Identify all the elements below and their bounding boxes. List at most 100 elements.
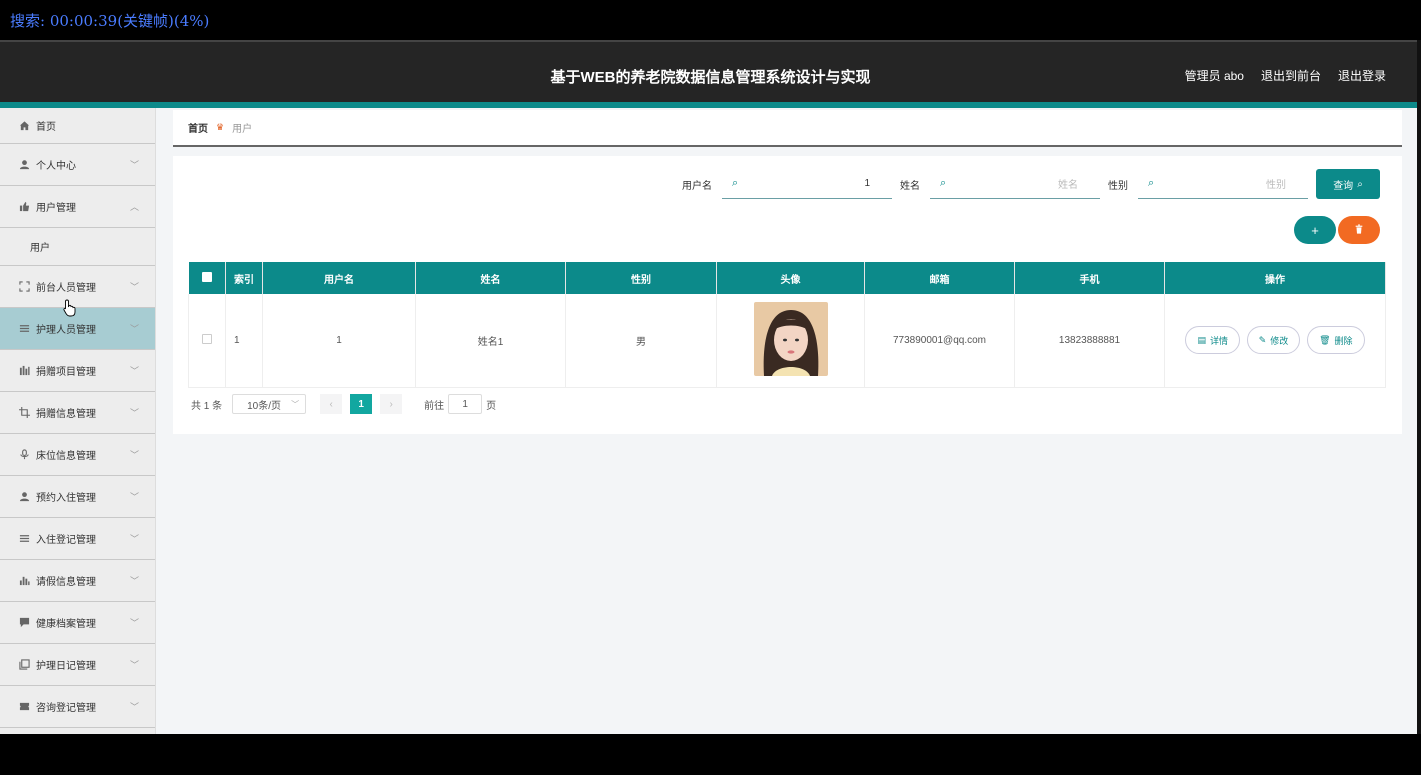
total-count: 共 1 条 <box>191 400 223 412</box>
cell-actions: ▤ 详情 ✎ 修改 🗑 删除 <box>1164 294 1386 388</box>
chevron-up-icon: ︿ <box>129 202 139 212</box>
name-placeholder: 姓名 <box>1058 180 1078 191</box>
sidebar-item-label: 首页 <box>36 122 56 133</box>
thumb-icon <box>18 201 30 213</box>
breadcrumb-home[interactable]: 首页 <box>188 120 208 135</box>
cell-username: 1 <box>262 294 416 388</box>
chevron-down-icon: ﹀ <box>129 492 139 502</box>
sidebar-item-personal-center[interactable]: 个人中心 ﹀ <box>0 144 155 186</box>
search-icon: ⌕ <box>1148 177 1155 189</box>
username-label: 用户名 <box>682 180 712 192</box>
user-table: 索引 用户名 姓名 性别 头像 邮箱 手机 操作 1 1 姓名1 男 77389… <box>188 262 1386 388</box>
sidebar-item-reservation[interactable]: 预约入住管理 ﹀ <box>0 476 155 518</box>
app-window: 基于WEB的养老院数据信息管理系统设计与实现 管理员 abo 退出到前台 退出登… <box>0 40 1421 734</box>
query-button-label: 查询 <box>1333 180 1354 192</box>
chevron-down-icon: ﹀ <box>129 324 139 334</box>
sidebar-item-bed-info[interactable]: 床位信息管理 ﹀ <box>0 434 155 476</box>
sidebar: 首页 个人中心 ﹀ 用户管理 ︿ 用户 前台人员管理 ﹀ 护理人员管理 ﹀ 捐赠… <box>0 108 156 734</box>
search-bar: 用户名 ⌕ 1 姓名 ⌕ 姓名 性别 ⌕ 性别 查询 ⌕ <box>682 169 1380 199</box>
sidebar-item-donation-projects[interactable]: 捐赠项目管理 ﹀ <box>0 350 155 392</box>
page-number-current[interactable]: 1 <box>350 394 373 414</box>
sidebar-item-label: 捐赠信息管理 <box>36 409 96 420</box>
sidebar-item-donation-info[interactable]: 捐赠信息管理 ﹀ <box>0 392 155 434</box>
crop-icon <box>18 407 30 419</box>
cell-email: 773890001@qq.com <box>864 294 1015 388</box>
sidebar-item-label: 健康档案管理 <box>36 619 96 630</box>
sidebar-item-label: 前台人员管理 <box>36 283 96 294</box>
gender-placeholder: 性别 <box>1266 180 1286 191</box>
username-value: 1 <box>864 178 870 189</box>
col-username: 用户名 <box>262 262 416 294</box>
cell-name: 姓名1 <box>415 294 566 388</box>
frame-icon <box>18 281 30 293</box>
breadcrumb: 首页 ♛ 用户 <box>173 110 1402 147</box>
mouse-cursor-icon <box>63 299 76 317</box>
menu-icon <box>18 323 30 335</box>
trash-icon: 🗑 <box>1319 334 1331 345</box>
col-name: 姓名 <box>415 262 566 294</box>
gender-search-input[interactable]: ⌕ 性别 <box>1138 169 1308 199</box>
detail-button[interactable]: ▤ 详情 <box>1185 326 1240 355</box>
sidebar-item-label: 个人中心 <box>36 161 76 172</box>
sidebar-item-nursing-diary[interactable]: 护理日记管理 ﹀ <box>0 644 155 686</box>
sidebar-item-label: 床位信息管理 <box>36 451 96 462</box>
col-avatar: 头像 <box>716 262 865 294</box>
edit-button[interactable]: ✎ 修改 <box>1246 326 1301 355</box>
sidebar-item-front-staff[interactable]: 前台人员管理 ﹀ <box>0 266 155 308</box>
chevron-down-icon: ﹀ <box>291 399 300 409</box>
next-page-button[interactable]: › <box>380 394 403 414</box>
chevron-down-icon: ﹀ <box>129 576 139 586</box>
chevron-down-icon: ﹀ <box>129 450 139 460</box>
page-size-select[interactable]: 10条/页 ﹀ <box>232 394 307 414</box>
sidebar-item-label: 请假信息管理 <box>36 577 96 588</box>
username-search-input[interactable]: ⌕ 1 <box>722 169 892 199</box>
sidebar-item-label: 捐赠项目管理 <box>36 367 96 378</box>
gender-label: 性别 <box>1108 180 1128 192</box>
sidebar-item-nursing-staff[interactable]: 护理人员管理 ﹀ <box>0 308 155 350</box>
name-label: 姓名 <box>900 180 920 192</box>
video-bottom-bar <box>0 734 1421 775</box>
select-all-checkbox[interactable] <box>188 262 226 294</box>
goto-page-input[interactable]: 1 <box>448 394 483 414</box>
prev-page-button[interactable]: ‹ <box>320 394 343 414</box>
sidebar-item-label: 预约入住管理 <box>36 493 96 504</box>
home-icon <box>18 120 30 132</box>
delete-button[interactable]: 🗑 删除 <box>1307 326 1365 355</box>
chevron-down-icon: ﹀ <box>129 534 139 544</box>
batch-delete-button[interactable] <box>1338 216 1380 244</box>
sidebar-item-label: 咨询登记管理 <box>36 703 96 714</box>
table-header-row: 索引 用户名 姓名 性别 头像 邮箱 手机 操作 <box>188 262 1386 294</box>
mic-icon <box>18 449 30 461</box>
sidebar-item-user-management[interactable]: 用户管理 ︿ <box>0 186 155 228</box>
chevron-down-icon: ﹀ <box>129 160 139 170</box>
table-row: 1 1 姓名1 男 773890001@qq.com 13823888881 ▤… <box>188 294 1386 388</box>
bar-icon <box>18 365 30 377</box>
goto-prefix: 前往 <box>424 400 445 412</box>
menu-icon <box>18 533 30 545</box>
sidebar-item-leave[interactable]: 请假信息管理 ﹀ <box>0 560 155 602</box>
person-icon <box>18 159 30 171</box>
query-button[interactable]: 查询 ⌕ <box>1316 169 1380 199</box>
sidebar-item-home[interactable]: 首页 <box>0 108 155 144</box>
logout-link[interactable]: 退出登录 <box>1338 67 1386 84</box>
chat-icon <box>18 617 30 629</box>
sidebar-item-health[interactable]: 健康档案管理 ﹀ <box>0 602 155 644</box>
cell-avatar <box>716 294 865 388</box>
add-button[interactable]: + <box>1294 216 1336 244</box>
video-overlay-bar: 搜索: 00:00:39(关键帧)(4%) <box>0 0 1421 40</box>
sidebar-item-consultation[interactable]: 咨询登记管理 ﹀ <box>0 686 155 728</box>
sidebar-item-label: 用户管理 <box>36 203 76 214</box>
sidebar-subitem-users[interactable]: 用户 <box>0 228 155 266</box>
col-actions: 操作 <box>1164 262 1386 294</box>
name-search-input[interactable]: ⌕ 姓名 <box>930 169 1100 199</box>
cell-index: 1 <box>225 294 263 388</box>
admin-label: 管理员 abo <box>1184 69 1244 83</box>
search-icon: ⌕ <box>1357 178 1363 190</box>
goto-suffix: 页 <box>486 400 497 412</box>
breadcrumb-current: 用户 <box>232 124 253 135</box>
row-checkbox[interactable] <box>188 294 226 388</box>
breadcrumb-separator-icon: ♛ <box>216 122 225 132</box>
avatar <box>753 301 828 376</box>
back-to-front-link[interactable]: 退出到前台 <box>1261 67 1321 84</box>
sidebar-item-checkin[interactable]: 入住登记管理 ﹀ <box>0 518 155 560</box>
